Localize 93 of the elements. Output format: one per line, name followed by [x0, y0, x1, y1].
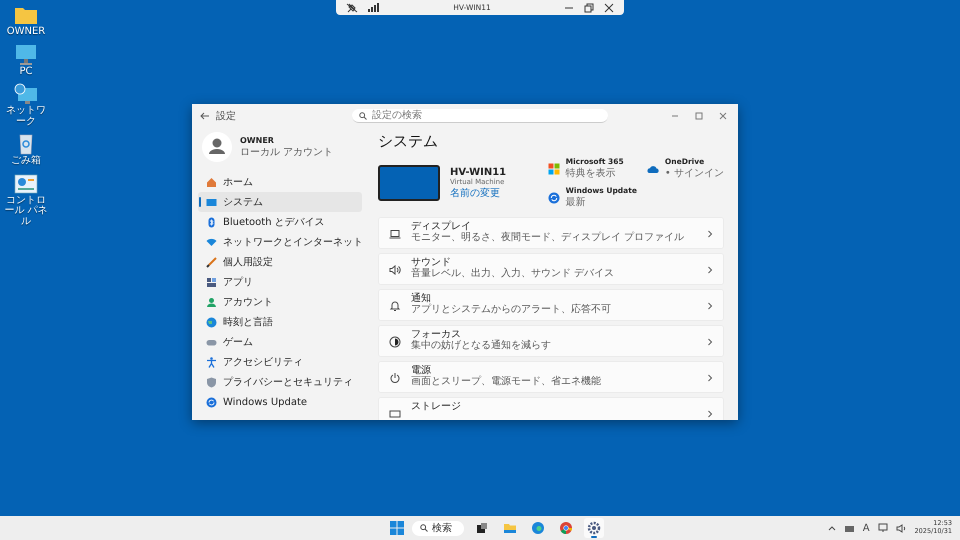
settings-row[interactable]: 電源 画面とスリープ、電源モード、省エネ機能 [378, 361, 724, 393]
browser-icon [531, 521, 545, 535]
chevron-right-icon [707, 302, 713, 310]
desktop-icon-label[interactable]: ネットワーク [2, 106, 50, 127]
service-status: 最新 [566, 196, 587, 209]
nav-item[interactable]: Bluetooth とデバイス [198, 212, 362, 232]
chevron-up-icon[interactable] [828, 525, 836, 531]
rename-link[interactable]: 名前の変更 [450, 186, 506, 200]
setting-description: 集中の妨げとなる通知を減らす [411, 340, 552, 351]
nav-item[interactable]: Windows Update [198, 392, 362, 412]
network-icon[interactable] [844, 524, 855, 532]
settings-row[interactable]: フォーカス 集中の妨げとなる通知を減らす [378, 325, 724, 357]
search-icon [420, 524, 428, 532]
gear-icon [587, 521, 601, 535]
setting-title: ディスプレイ [411, 221, 472, 232]
chevron-right-icon [707, 410, 713, 418]
settings-row[interactable]: 通知 アプリとシステムからのアラート、応答不可 [378, 289, 724, 321]
chevron-right-icon [707, 338, 713, 346]
bluetooth-icon [206, 216, 217, 228]
power-icon [389, 372, 401, 384]
restore-icon[interactable] [584, 2, 594, 12]
desktop-icon-label[interactable]: OWNER [6, 27, 46, 38]
settings-row[interactable]: サウンド 音量レベル、出力、入力、サウンド デバイス [378, 253, 724, 285]
wifi-icon [206, 236, 217, 248]
back-arrow-icon[interactable] [200, 112, 210, 120]
setting-title: 電源 [411, 365, 432, 376]
shield-icon [206, 376, 217, 388]
apps-icon [206, 276, 217, 288]
desktop-icon-label[interactable]: PC [19, 66, 32, 77]
setting-title: ストレージ [411, 401, 462, 412]
setting-title: サウンド [411, 257, 452, 268]
nav-item[interactable]: システム [198, 192, 362, 212]
round-browser-icon [559, 521, 573, 535]
setting-description: アプリとシステムからのアラート、応答不可 [411, 304, 612, 315]
chevron-right-icon [707, 374, 713, 382]
service-status: • サインイン [664, 167, 724, 180]
taskbar-app-button[interactable] [584, 518, 604, 538]
laptop-icon [389, 228, 401, 240]
four-squares-icon[interactable] [548, 162, 560, 174]
start-icon[interactable] [390, 521, 404, 535]
desktop-thumbnail [378, 165, 440, 201]
focus-icon [389, 336, 401, 348]
desktop-icon-label[interactable]: コントロール パネル [2, 196, 50, 227]
window-title: 設定 [216, 110, 237, 123]
update-icon [206, 396, 217, 408]
nav-item[interactable]: プライバシーとセキュリティ [198, 372, 362, 392]
setting-title: フォーカス [411, 329, 462, 340]
user-name: OWNER [240, 136, 275, 144]
unpin-icon[interactable] [346, 2, 358, 12]
nav-item[interactable]: ゲーム [198, 332, 362, 352]
search-field[interactable]: 設定の検索 [352, 109, 608, 123]
signal-bars-icon[interactable] [368, 3, 380, 12]
folder-icon [503, 521, 517, 535]
setting-description: 画面とスリープ、電源モード、省エネ機能 [411, 376, 602, 387]
input-indicator[interactable]: A [862, 522, 870, 534]
service-status: 特典を表示 [566, 166, 617, 180]
system-icon [206, 196, 217, 208]
maximize-icon[interactable] [694, 111, 704, 121]
setting-title: 通知 [411, 293, 431, 304]
settings-row[interactable]: ストレージ [378, 397, 724, 420]
control-panel-icon[interactable] [14, 172, 38, 194]
close-icon[interactable] [604, 2, 614, 12]
nav-item[interactable]: ホーム [198, 172, 362, 192]
update-icon[interactable] [548, 192, 560, 204]
account-type: ローカル アカウント [240, 146, 334, 158]
speaker-icon [389, 264, 401, 276]
nav-item[interactable]: アカウント [198, 292, 362, 312]
taskbar-search[interactable]: 検索 [412, 520, 464, 536]
speaker-icon[interactable] [896, 524, 907, 532]
chevron-right-icon [707, 230, 713, 238]
device-name: HV-WIN11 [450, 166, 506, 178]
avatar-icon[interactable] [202, 132, 232, 162]
globe-monitor-icon[interactable] [14, 83, 38, 105]
access-icon [206, 356, 217, 368]
nav-item[interactable]: 個人用設定 [198, 252, 362, 272]
nav-item[interactable]: 時刻と言語 [198, 312, 362, 332]
page-title: システム [378, 132, 439, 151]
bell-icon [389, 300, 401, 312]
nav-item[interactable]: ネットワークとインターネット [198, 232, 362, 252]
nav-item[interactable]: アプリ [198, 272, 362, 292]
settings-row[interactable]: ディスプレイ モニター、明るさ、夜間モード、ディスプレイ プロファイル [378, 217, 724, 249]
chevron-right-icon [707, 266, 713, 274]
setting-description: 音量レベル、出力、入力、サウンド デバイス [411, 268, 616, 279]
nav-item[interactable]: アクセシビリティ [198, 352, 362, 372]
search-icon [359, 112, 367, 120]
brush-icon [206, 256, 217, 268]
globe-icon [206, 316, 217, 328]
setting-description: モニター、明るさ、夜間モード、ディスプレイ プロファイル [411, 232, 686, 243]
task-view-icon [475, 521, 489, 535]
account-icon [206, 296, 217, 308]
monitor-icon[interactable] [878, 523, 888, 533]
home-icon [206, 176, 217, 188]
desktop-icon-label[interactable]: ごみ箱 [11, 156, 41, 166]
